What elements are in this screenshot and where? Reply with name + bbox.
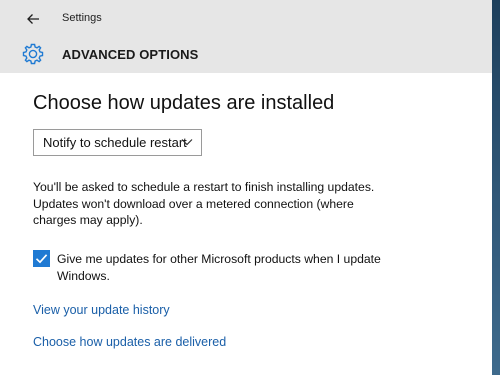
checkmark-icon	[35, 254, 48, 264]
description-line: You'll be asked to schedule a restart to…	[33, 180, 375, 194]
back-button[interactable]	[20, 8, 46, 30]
section-heading: Choose how updates are installed	[33, 92, 335, 114]
description-line: charges may apply).	[33, 213, 143, 227]
other-products-checkbox[interactable]	[33, 250, 50, 267]
other-products-checkbox-label[interactable]: Give me updates for other Microsoft prod…	[57, 251, 397, 284]
description-line: Updates won't download over a metered co…	[33, 196, 354, 211]
chevron-down-icon	[181, 139, 193, 146]
gear-icon	[22, 43, 44, 65]
install-description: You'll be asked to schedule a restart to…	[33, 179, 383, 229]
page-header-bar: ADVANCED OPTIONS	[0, 38, 492, 73]
desktop-background	[492, 0, 500, 375]
delivery-options-link[interactable]: Choose how updates are delivered	[33, 335, 226, 349]
app-title: Settings	[62, 12, 102, 24]
install-mode-selected: Notify to schedule restart	[43, 135, 187, 150]
title-bar: Settings	[0, 0, 492, 38]
page-title: ADVANCED OPTIONS	[62, 47, 199, 62]
install-mode-dropdown[interactable]: Notify to schedule restart	[33, 129, 202, 156]
back-arrow-icon	[27, 14, 39, 24]
update-history-link[interactable]: View your update history	[33, 303, 170, 317]
content-pane: Choose how updates are installed Notify …	[0, 73, 492, 375]
settings-window: Settings ADVANCED OPTIONS Choose how upd…	[0, 0, 492, 375]
